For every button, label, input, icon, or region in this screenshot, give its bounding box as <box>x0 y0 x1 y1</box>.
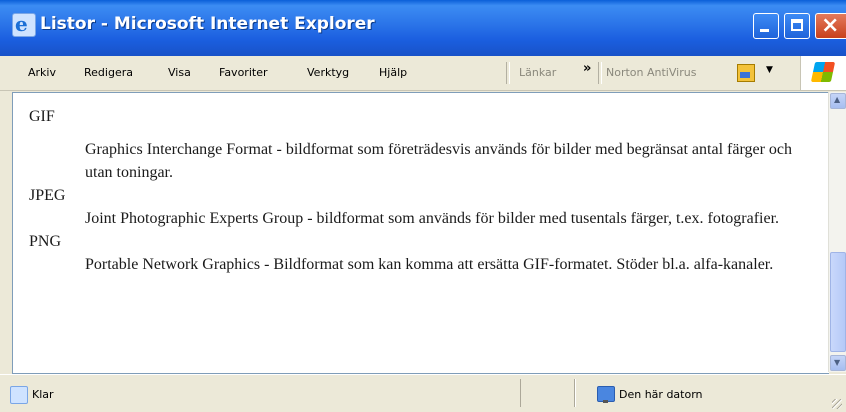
definition-gif: Graphics Interchange Format - bildformat… <box>85 141 793 181</box>
links-label[interactable]: Länkar <box>519 66 556 79</box>
title-bar[interactable]: e Listor - Microsoft Internet Explorer × <box>0 0 846 56</box>
menu-visa[interactable]: Visa <box>168 66 191 79</box>
term-gif: GIF <box>29 108 55 125</box>
page-content: GIF Graphics Interchange Format - bildfo… <box>12 92 829 374</box>
ie-icon[interactable]: e <box>12 12 36 37</box>
security-zone-text: Den här datorn <box>619 388 703 401</box>
browser-window: e Listor - Microsoft Internet Explorer ×… <box>0 0 846 412</box>
norton-icon[interactable] <box>737 64 755 82</box>
menu-bar: Arkiv Redigera Visa Favoriter Verktyg Hj… <box>0 56 846 91</box>
term-jpeg: JPEG <box>29 187 66 204</box>
definition-png: Portable Network Graphics - Bildformat s… <box>85 256 774 273</box>
minimize-icon <box>760 29 769 32</box>
scroll-up-button[interactable]: ▲ <box>830 93 846 109</box>
links-chevron-icon[interactable]: » <box>583 61 591 76</box>
norton-antivirus-label[interactable]: Norton AntiVirus <box>606 66 696 79</box>
scroll-down-button[interactable]: ▼ <box>830 355 846 371</box>
windows-flag-icon <box>810 62 836 82</box>
definition-jpeg: Joint Photographic Experts Group - bildf… <box>85 210 780 227</box>
menu-redigera[interactable]: Redigera <box>84 66 133 79</box>
window-title: Listor - Microsoft Internet Explorer <box>40 14 375 34</box>
toolbar-separator <box>506 62 510 84</box>
status-panel <box>574 379 576 407</box>
maximize-icon <box>791 19 803 31</box>
close-icon: × <box>821 13 840 38</box>
chevron-up-icon: ▲ <box>834 95 841 104</box>
resize-grip[interactable] <box>832 399 842 409</box>
close-button[interactable]: × <box>815 13 846 39</box>
menu-verktyg[interactable]: Verktyg <box>307 66 349 79</box>
norton-dropdown-icon[interactable]: ▼ <box>766 65 773 75</box>
chevron-down-icon: ▼ <box>834 358 841 367</box>
computer-zone-icon <box>597 386 615 403</box>
status-panel <box>520 379 576 407</box>
toolbar-separator <box>598 62 602 84</box>
term-png: PNG <box>29 233 62 250</box>
scrollbar-thumb[interactable] <box>830 252 846 352</box>
definition-list: GIF Graphics Interchange Format - bildfo… <box>29 105 809 276</box>
page-icon <box>10 386 28 404</box>
menu-hjalp[interactable]: Hjälp <box>379 66 407 79</box>
menu-favoriter[interactable]: Favoriter <box>219 66 267 79</box>
minimize-button[interactable] <box>753 13 779 39</box>
menu-arkiv[interactable]: Arkiv <box>28 66 56 79</box>
vertical-scrollbar[interactable]: ▲ ▼ <box>828 92 846 372</box>
status-bar: Klar Den här datorn <box>0 374 846 412</box>
windows-logo-throbber <box>800 56 846 90</box>
maximize-button[interactable] <box>784 13 810 39</box>
status-text: Klar <box>32 388 54 401</box>
